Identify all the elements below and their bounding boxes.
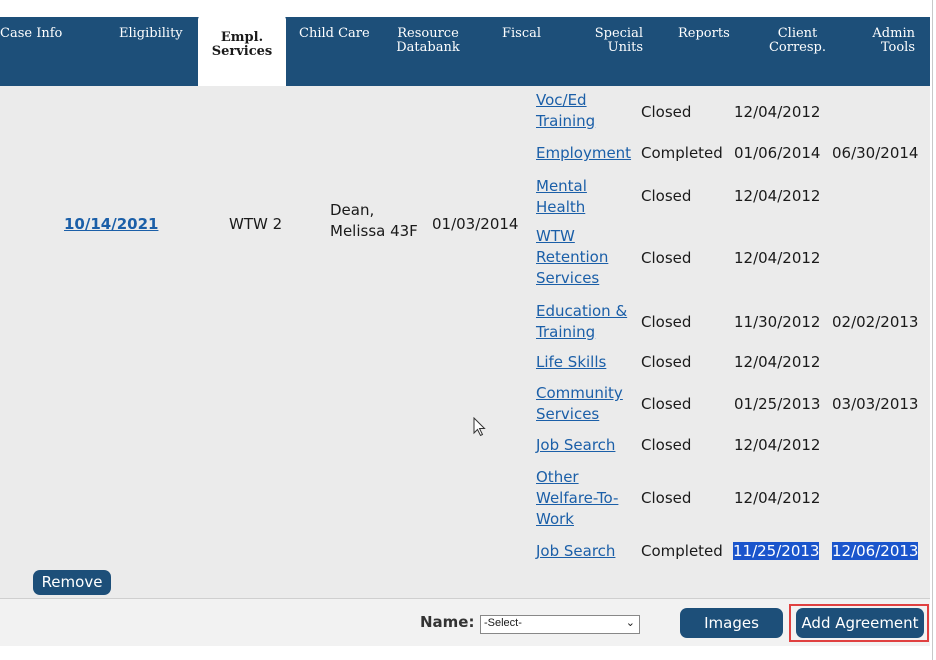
tab-label: Reports [678, 26, 730, 41]
selected-text: 11/25/2013 [733, 542, 820, 560]
service-link[interactable]: Mental Health [536, 176, 587, 218]
service-start-date: 12/04/2012 [734, 249, 821, 267]
service-link[interactable]: Other Welfare-To- Work [536, 467, 618, 530]
service-status: Closed [641, 187, 692, 205]
record-program: WTW 2 [229, 215, 283, 233]
service-status: Completed [641, 144, 723, 162]
service-link[interactable]: Voc/Ed Training [536, 90, 595, 132]
selected-text: 12/06/2013 [832, 542, 919, 560]
tab-eligibility[interactable]: Eligibility [119, 17, 199, 96]
service-start-date: 12/04/2012 [734, 489, 821, 507]
record-start-date: 01/03/2014 [432, 215, 519, 233]
service-link[interactable]: Employment [536, 143, 631, 164]
service-status: Closed [641, 249, 692, 267]
service-status: Closed [641, 313, 692, 331]
service-end-date: 03/03/2013 [832, 395, 919, 413]
service-link[interactable]: Life Skills [536, 352, 606, 373]
remove-button[interactable]: Remove [33, 570, 111, 595]
service-link[interactable]: Job Search [536, 435, 615, 456]
service-link[interactable]: Job Search [536, 541, 615, 562]
tab-label: Fiscal [502, 26, 542, 41]
tab-reports[interactable]: Reports [678, 17, 748, 96]
service-status: Closed [641, 103, 692, 121]
tab-label: Corresp. [768, 40, 827, 55]
tab-label: Eligibility [119, 26, 183, 41]
tab-label: Client [777, 26, 818, 41]
chevron-down-icon: ⌄ [625, 617, 635, 629]
tab-child-care[interactable]: Child Care [299, 17, 379, 96]
tab-label: Tools [880, 40, 915, 55]
service-start-date: 12/04/2012 [734, 103, 821, 121]
action-bar: Name: -Select- ⌄ Images Add Agreement [0, 598, 930, 646]
service-end-date: 06/30/2014 [832, 144, 919, 162]
main-nav: Case Info Eligibility Empl. Services Chi… [0, 14, 930, 88]
tab-fiscal[interactable]: Fiscal [502, 17, 562, 96]
service-start-date: 12/04/2012 [734, 353, 821, 371]
tab-label: Services [211, 44, 273, 59]
tab-special-units[interactable]: Special Units [570, 17, 643, 96]
service-link[interactable]: Community Services [536, 383, 623, 425]
name-filter-label: Name: [420, 613, 475, 631]
images-button[interactable]: Images [680, 608, 783, 638]
service-start-date: 11/25/2013 [733, 541, 820, 562]
service-start-date: 01/25/2013 [734, 395, 821, 413]
tab-admin-tools[interactable]: Admin Tools [860, 17, 915, 96]
service-start-date: 12/04/2012 [734, 187, 821, 205]
tab-empl-services[interactable]: Empl. Services [198, 14, 286, 88]
service-status: Closed [641, 436, 692, 454]
service-start-date: 11/30/2012 [734, 313, 821, 331]
service-status: Completed [641, 542, 723, 560]
service-start-date: 01/06/2014 [734, 144, 821, 162]
tab-label: Empl. [220, 30, 264, 45]
tab-label: Child Care [299, 26, 370, 41]
tab-label: Case Info [0, 26, 63, 41]
name-select-value: -Select- [484, 617, 522, 629]
tab-label: Databank [396, 40, 460, 55]
record-name-last: Dean, [330, 201, 375, 219]
service-status: Closed [641, 489, 692, 507]
tab-label: Units [607, 40, 643, 55]
record-name-first: Melissa 43F [330, 222, 418, 240]
app-frame: Case Info Eligibility Empl. Services Chi… [0, 0, 933, 660]
service-end-date: 12/06/2013 [832, 541, 919, 562]
service-start-date: 12/04/2012 [734, 436, 821, 454]
service-status: Closed [641, 395, 692, 413]
service-link[interactable]: WTW Retention Services [536, 226, 608, 289]
record-date-link[interactable]: 10/14/2021 [64, 214, 158, 235]
service-end-date: 02/02/2013 [832, 313, 919, 331]
service-status: Closed [641, 353, 692, 371]
tab-label: Resource [397, 26, 459, 41]
services-table: 10/14/2021 WTW 2 Dean, Melissa 43F 01/03… [0, 86, 930, 598]
tab-case-info[interactable]: Case Info [0, 17, 80, 96]
tab-label: Admin [872, 26, 915, 41]
tab-client-corresp[interactable]: Client Corresp. [760, 17, 835, 96]
name-select[interactable]: -Select- ⌄ [480, 615, 640, 634]
add-agreement-button[interactable]: Add Agreement [796, 608, 924, 638]
mouse-pointer-icon [473, 417, 486, 437]
tab-label: Special [594, 26, 643, 41]
tab-resource-databank[interactable]: Resource Databank [389, 17, 467, 96]
service-link[interactable]: Education & Training [536, 301, 627, 343]
